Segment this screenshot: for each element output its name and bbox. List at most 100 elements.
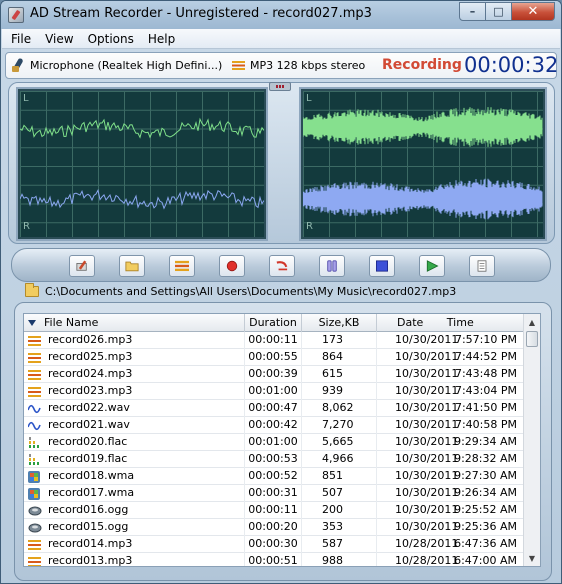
scroll-up-icon[interactable]: ▲ (524, 314, 540, 330)
settings-button[interactable] (69, 255, 95, 277)
cell-size: 587 (302, 536, 377, 553)
table-row[interactable]: record016.ogg 00:00:11 200 10/30/2011 9:25:5… (24, 502, 523, 519)
scope-mode-toggle[interactable] (269, 82, 291, 91)
cell-time: 9:29:34 AM (454, 435, 517, 448)
scroll-thumb[interactable] (526, 331, 538, 347)
transport-toolbar (11, 248, 551, 282)
column-header-duration[interactable]: Duration (245, 314, 302, 332)
cell-time: 9:25:36 AM (454, 520, 517, 533)
cell-time: 6:47:36 AM (454, 537, 517, 550)
file-name: record024.mp3 (48, 367, 133, 380)
maximize-button[interactable]: □ (485, 2, 512, 21)
column-header-file-name[interactable]: File Name (24, 314, 245, 332)
flac-file-icon (28, 454, 40, 465)
scroll-down-icon[interactable]: ▼ (524, 550, 540, 566)
cell-duration: 00:00:39 (245, 366, 302, 383)
mp3-file-icon (28, 335, 41, 346)
table-row[interactable]: record023.mp3 00:01:00 939 10/30/2011 7:43:0… (24, 383, 523, 400)
cell-file-name: record014.mp3 (24, 536, 245, 553)
column-header-size[interactable]: Size,KB (302, 314, 377, 332)
minimize-button[interactable]: – (459, 2, 486, 21)
stop-button[interactable] (369, 255, 395, 277)
table-row[interactable]: record021.wav 00:00:42 7,270 10/30/2011 7:40… (24, 417, 523, 434)
menu-help[interactable]: Help (141, 32, 182, 46)
format-icon (175, 260, 189, 272)
cell-date: 10/30/2011 (395, 401, 459, 414)
file-name: record022.wav (48, 401, 130, 414)
cell-size: 173 (302, 332, 377, 349)
file-name: record025.mp3 (48, 350, 133, 363)
title-bar[interactable]: AD Stream Recorder - Unregistered - reco… (1, 1, 561, 29)
open-folder-button[interactable] (119, 255, 145, 277)
undo-button[interactable] (269, 255, 295, 277)
cell-size: 200 (302, 502, 377, 519)
table-row[interactable]: record013.mp3 00:00:51 988 10/28/2011 6:47:0… (24, 553, 523, 567)
table-row[interactable]: record017.wma 00:00:31 507 10/30/2011 9:26:3… (24, 485, 523, 502)
folder-icon[interactable] (25, 283, 39, 297)
undo-icon (276, 261, 288, 271)
minimize-icon: – (469, 5, 476, 18)
cell-time: 9:28:32 AM (454, 452, 517, 465)
recording-format[interactable]: MP3 128 kbps stereo (250, 59, 365, 72)
menu-view[interactable]: View (38, 32, 80, 46)
cell-date: 10/30/2011 (395, 469, 459, 482)
table-row[interactable]: record025.mp3 00:00:55 864 10/30/2011 7:44:5… (24, 349, 523, 366)
cell-time: 7:43:04 PM (454, 384, 517, 397)
ogg-file-icon (28, 505, 42, 516)
list-scrollbar[interactable]: ▲ ▼ (523, 314, 540, 566)
mp3-file-icon (28, 352, 41, 363)
mp3-file-icon (28, 539, 41, 550)
file-name: record021.wav (48, 418, 130, 431)
output-path-bar: C:\Documents and Settings\All Users\Docu… (21, 283, 551, 301)
cell-time: 7:43:48 PM (454, 367, 517, 380)
cell-duration: 00:01:00 (245, 383, 302, 400)
close-button[interactable]: ✕ (511, 2, 555, 21)
wma-file-icon (28, 471, 40, 483)
table-row[interactable]: record019.flac 00:00:53 4,966 10/30/2011 9:2… (24, 451, 523, 468)
cell-date-time: 10/28/2011 6:47:36 AM (377, 536, 523, 553)
channel-right-label-history: R (306, 221, 313, 232)
right-channel-trace (20, 188, 264, 210)
cell-file-name: record013.mp3 (24, 553, 245, 567)
cell-time: 7:40:58 PM (454, 418, 517, 431)
table-row[interactable]: record014.mp3 00:00:30 587 10/28/2011 6:47:3… (24, 536, 523, 553)
file-name: record013.mp3 (48, 554, 133, 567)
cell-file-name: record021.wav (24, 417, 245, 434)
app-icon[interactable] (8, 7, 24, 23)
record-button[interactable] (219, 255, 245, 277)
column-label-file-name: File Name (44, 316, 99, 329)
file-name: record016.ogg (48, 503, 129, 516)
cell-size: 851 (302, 468, 377, 485)
column-label-date: Date (397, 316, 424, 329)
cell-time: 9:26:34 AM (454, 486, 517, 499)
table-row[interactable]: record018.wma 00:00:52 851 10/30/2011 9:27:3… (24, 468, 523, 485)
menu-options[interactable]: Options (81, 32, 141, 46)
recording-timer: 00:00:32 (464, 53, 559, 77)
column-label-time: Time (446, 316, 474, 329)
column-header-date-time[interactable]: Date Time (377, 314, 523, 332)
format-button[interactable] (169, 255, 195, 277)
table-row[interactable]: record022.wav 00:00:47 8,062 10/30/2011 7:41… (24, 400, 523, 417)
list-rows: record026.mp3 00:00:11 173 10/30/2011 7:57:1… (24, 332, 523, 567)
cell-date: 10/30/2011 (395, 503, 459, 516)
table-row[interactable]: record024.mp3 00:00:39 615 10/30/2011 7:43:4… (24, 366, 523, 383)
file-name: record015.ogg (48, 520, 129, 533)
cell-time: 9:25:52 AM (454, 503, 517, 516)
table-row[interactable]: record015.ogg 00:00:20 353 10/30/2011 9:25:3… (24, 519, 523, 536)
recording-source[interactable]: Microphone (Realtek High Defini...) (30, 59, 222, 72)
notes-button[interactable] (469, 255, 495, 277)
cell-date: 10/30/2011 (395, 333, 459, 346)
play-button[interactable] (419, 255, 445, 277)
cell-date-time: 10/30/2011 9:27:30 AM (377, 468, 523, 485)
cell-date: 10/30/2011 (395, 418, 459, 431)
cell-file-name: record026.mp3 (24, 332, 245, 349)
microphone-icon[interactable] (12, 58, 26, 72)
table-row[interactable]: record020.flac 00:01:00 5,665 10/30/2011 9:2… (24, 434, 523, 451)
pause-button[interactable] (319, 255, 345, 277)
table-row[interactable]: record026.mp3 00:00:11 173 10/30/2011 7:57:1… (24, 332, 523, 349)
notes-icon (477, 260, 487, 272)
cell-time: 7:57:10 PM (454, 333, 517, 346)
menu-bar: File View Options Help (2, 29, 560, 49)
menu-file[interactable]: File (2, 32, 38, 46)
cell-date: 10/30/2011 (395, 435, 459, 448)
